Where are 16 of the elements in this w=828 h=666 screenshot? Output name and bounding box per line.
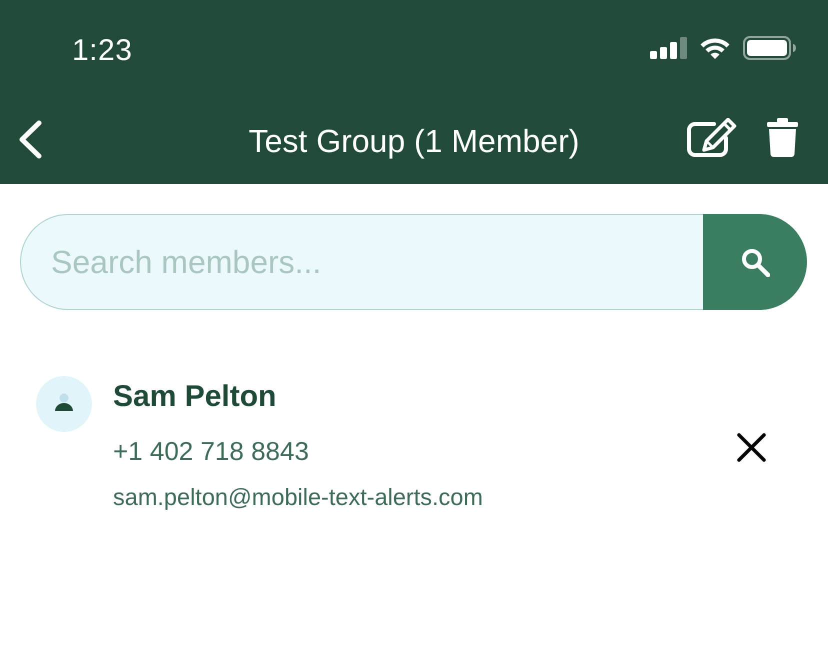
status-time: 1:23 bbox=[72, 36, 132, 66]
member-phone: +1 402 718 8843 bbox=[113, 438, 309, 464]
search-field[interactable]: Search members... bbox=[20, 214, 703, 310]
header-title: Test Group (1 Member) bbox=[248, 123, 580, 159]
avatar-icon bbox=[36, 376, 92, 432]
search-button[interactable] bbox=[703, 214, 807, 310]
trash-icon[interactable] bbox=[767, 118, 798, 157]
battery-icon bbox=[743, 36, 796, 60]
signal-icon bbox=[650, 36, 687, 58]
search-icon bbox=[740, 248, 770, 276]
close-icon[interactable] bbox=[737, 433, 766, 462]
member-name: Sam Pelton bbox=[113, 382, 276, 412]
edit-icon[interactable] bbox=[686, 118, 737, 158]
back-icon[interactable] bbox=[18, 120, 43, 159]
wifi-icon bbox=[699, 36, 731, 58]
member-email: sam.pelton@mobile-text-alerts.com bbox=[113, 486, 483, 510]
